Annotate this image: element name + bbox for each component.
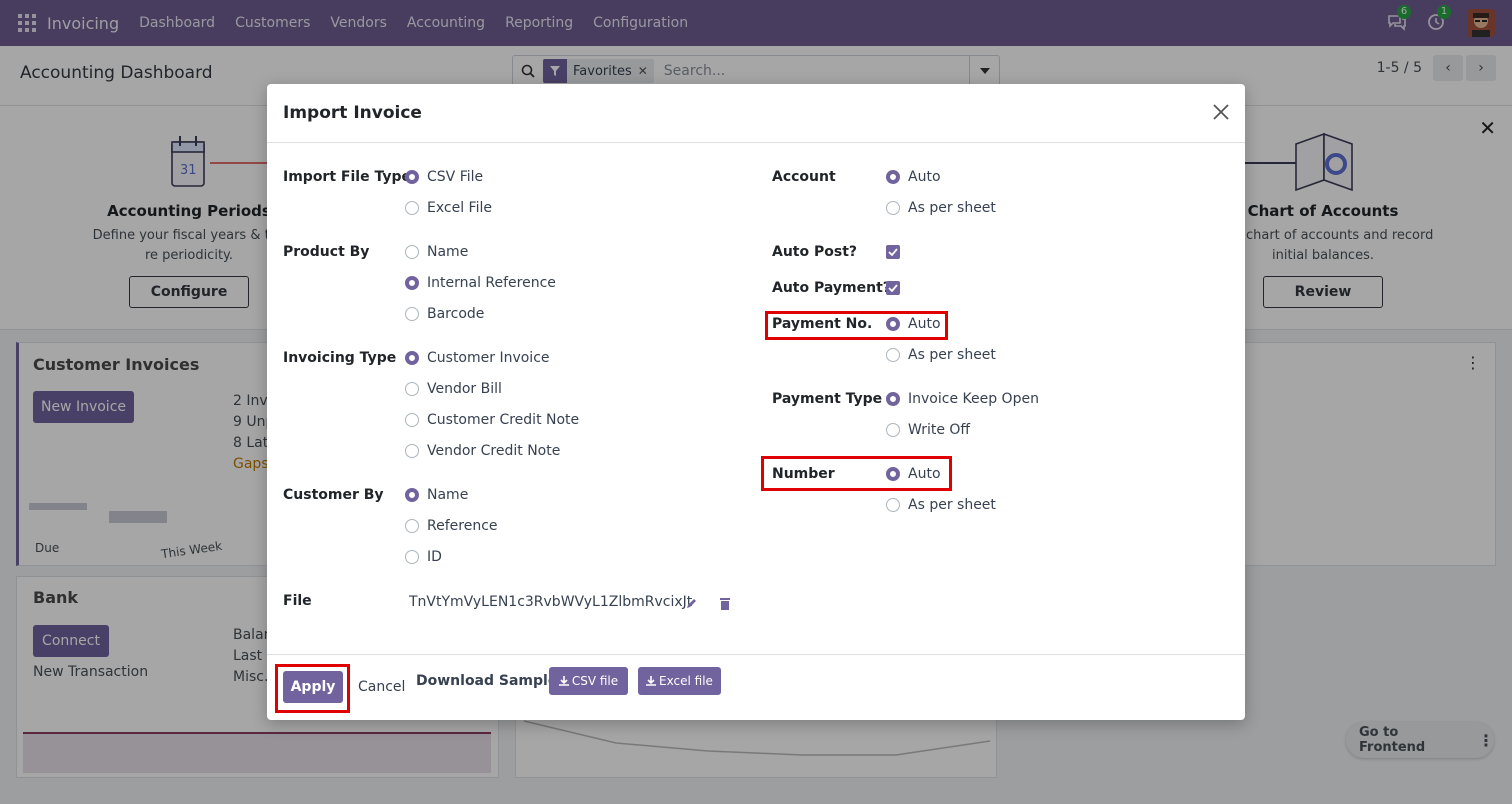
apply-button[interactable]: Apply xyxy=(283,671,343,703)
option-label: Invoice Keep Open xyxy=(908,391,1039,407)
account-label: Account xyxy=(772,169,836,185)
radio-button[interactable] xyxy=(405,245,419,259)
number-label: Number xyxy=(772,466,835,482)
option-label: Auto xyxy=(908,466,941,482)
edit-pencil-icon[interactable] xyxy=(685,597,698,610)
import-file-type-excel[interactable]: Excel File xyxy=(405,200,492,216)
radio-button[interactable] xyxy=(886,317,900,331)
auto-post-checkbox[interactable] xyxy=(886,245,900,259)
product-by-label: Product By xyxy=(283,244,370,260)
option-label: ID xyxy=(427,549,442,565)
option-label: Excel File xyxy=(427,200,492,216)
customer-by-name[interactable]: Name xyxy=(405,487,468,503)
option-label: Name xyxy=(427,487,469,503)
payment-type-keep-open[interactable]: Invoice Keep Open xyxy=(886,391,1039,407)
payment-type-write-off[interactable]: Write Off xyxy=(886,422,970,438)
number-auto[interactable]: Auto xyxy=(886,466,941,482)
import-file-type-csv[interactable]: CSV File xyxy=(405,169,483,185)
import-invoice-dialog: Import Invoice Import File Type CSV File… xyxy=(267,84,1245,720)
dialog-footer: Apply Cancel Download Sample: CSV file E… xyxy=(267,654,1245,720)
invoicing-type-vendor-credit-note[interactable]: Vendor Credit Note xyxy=(405,443,560,459)
radio-button[interactable] xyxy=(405,201,419,215)
radio-button[interactable] xyxy=(405,170,419,184)
invoicing-type-customer-invoice[interactable]: Customer Invoice xyxy=(405,350,550,366)
radio-button[interactable] xyxy=(405,444,419,458)
option-label: Barcode xyxy=(427,306,485,322)
check-icon xyxy=(888,284,898,292)
option-label: As per sheet xyxy=(908,497,996,513)
import-file-type-label: Import File Type xyxy=(283,169,411,185)
payment-type-label: Payment Type xyxy=(772,391,883,407)
radio-button[interactable] xyxy=(405,276,419,290)
option-label: Customer Invoice xyxy=(427,350,550,366)
download-csv-button[interactable]: CSV file xyxy=(549,667,628,695)
radio-button[interactable] xyxy=(886,170,900,184)
file-name: TnVtYmVyLEN1c3RvbWVyL1ZlbmRvcixJt xyxy=(409,594,693,610)
option-label: Vendor Bill xyxy=(427,381,502,397)
close-icon[interactable] xyxy=(1211,102,1231,122)
option-label: Customer Credit Note xyxy=(427,412,580,428)
invoicing-type-customer-credit-note[interactable]: Customer Credit Note xyxy=(405,412,579,428)
customer-by-label: Customer By xyxy=(283,487,384,503)
radio-button[interactable] xyxy=(886,201,900,215)
download-icon xyxy=(646,676,657,686)
payment-no-auto[interactable]: Auto xyxy=(886,316,941,332)
option-label: Internal Reference xyxy=(427,275,556,291)
option-label: As per sheet xyxy=(908,200,996,216)
download-icon xyxy=(558,676,569,686)
dialog-header: Import Invoice xyxy=(267,84,1245,143)
radio-button[interactable] xyxy=(405,413,419,427)
trash-icon[interactable] xyxy=(719,597,731,610)
radio-button[interactable] xyxy=(405,550,419,564)
download-sample-label: Download Sample: xyxy=(416,673,563,689)
download-csv-label: CSV file xyxy=(571,674,619,688)
auto-post-label: Auto Post? xyxy=(772,244,858,260)
check-icon xyxy=(888,248,898,256)
radio-button[interactable] xyxy=(405,488,419,502)
customer-by-reference[interactable]: Reference xyxy=(405,518,498,534)
dialog-title: Import Invoice xyxy=(283,103,422,123)
number-as-per-sheet[interactable]: As per sheet xyxy=(886,497,996,513)
radio-button[interactable] xyxy=(886,467,900,481)
download-excel-label: Excel file xyxy=(659,674,713,688)
account-as-per-sheet[interactable]: As per sheet xyxy=(886,200,996,216)
product-by-name[interactable]: Name xyxy=(405,244,468,260)
radio-button[interactable] xyxy=(886,423,900,437)
option-label: Auto xyxy=(908,316,941,332)
auto-payment-checkbox[interactable] xyxy=(886,281,900,295)
option-label: Reference xyxy=(427,518,498,534)
payment-no-as-per-sheet[interactable]: As per sheet xyxy=(886,347,996,363)
option-label: Write Off xyxy=(908,422,971,438)
radio-button[interactable] xyxy=(886,348,900,362)
auto-payment-label: Auto Payment? xyxy=(772,280,891,296)
account-auto[interactable]: Auto xyxy=(886,169,941,185)
invoicing-type-vendor-bill[interactable]: Vendor Bill xyxy=(405,381,502,397)
option-label: CSV File xyxy=(427,169,484,185)
product-by-internal-reference[interactable]: Internal Reference xyxy=(405,275,556,291)
radio-button[interactable] xyxy=(405,519,419,533)
radio-button[interactable] xyxy=(405,382,419,396)
customer-by-id[interactable]: ID xyxy=(405,549,442,565)
radio-button[interactable] xyxy=(405,351,419,365)
option-label: Auto xyxy=(908,169,941,185)
option-label: Vendor Credit Note xyxy=(427,443,561,459)
invoicing-type-label: Invoicing Type xyxy=(283,350,397,366)
payment-no-label: Payment No. xyxy=(772,316,873,332)
cancel-button[interactable]: Cancel xyxy=(358,679,405,695)
product-by-barcode[interactable]: Barcode xyxy=(405,306,484,322)
radio-button[interactable] xyxy=(886,498,900,512)
file-label: File xyxy=(283,593,312,609)
radio-button[interactable] xyxy=(405,307,419,321)
radio-button[interactable] xyxy=(886,392,900,406)
download-excel-button[interactable]: Excel file xyxy=(638,667,721,695)
option-label: Name xyxy=(427,244,469,260)
option-label: As per sheet xyxy=(908,347,996,363)
